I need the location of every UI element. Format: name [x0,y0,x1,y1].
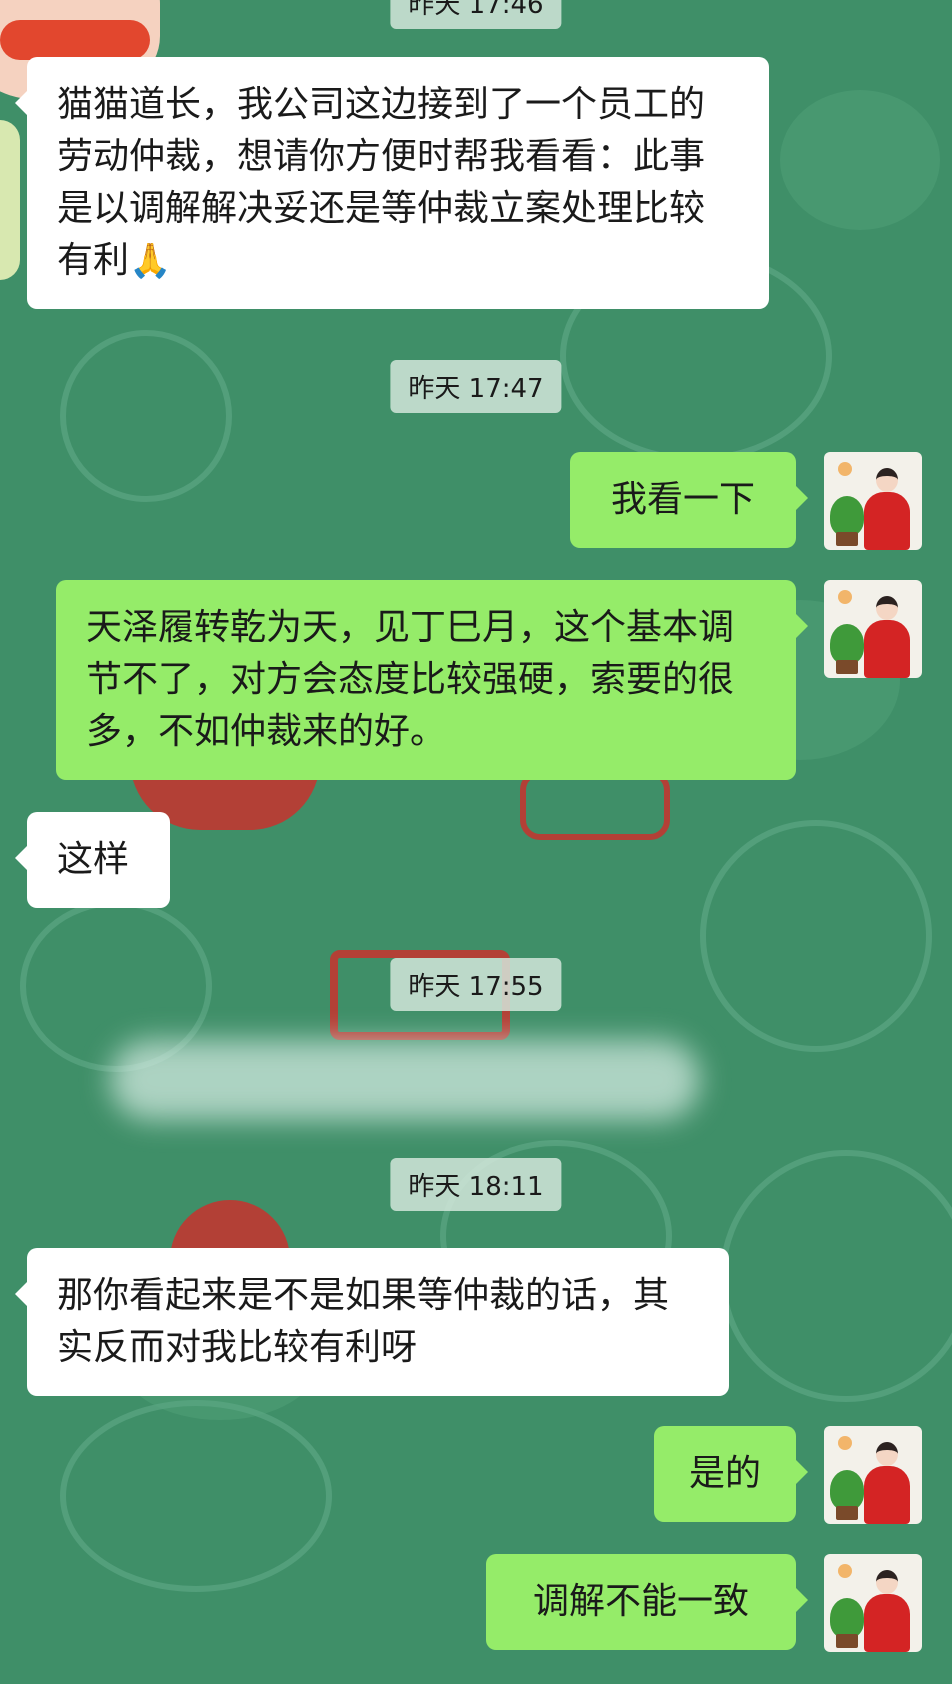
background-swirl [60,1400,332,1592]
message-text: 那你看起来是不是如果等仲裁的话，其实反而对我比较有利呀 [57,1275,670,1368]
avatar-plant [830,1598,864,1638]
timestamp: 昨天 17:47 [390,360,562,413]
message-bubble-incoming[interactable]: 这样 [15,812,170,908]
avatar-plant [830,496,864,536]
avatar-pot [836,1506,858,1520]
message-text: 天泽履转乾为天，见丁巳月，这个基本调节不了，对方会态度比较强硬，索要的很多，不如… [86,607,735,752]
background-swirl [720,1150,952,1402]
message-text: 调解不能一致 [532,1581,749,1622]
message-bubble-outgoing[interactable]: 天泽履转乾为天，见丁巳月，这个基本调节不了，对方会态度比较强硬，索要的很多，不如… [56,580,808,780]
avatar-dress [864,1466,910,1524]
avatar-dress [864,620,910,678]
sticker-collar-decoration [0,20,150,60]
avatar-plant [830,1470,864,1510]
background-swirl [60,330,232,502]
avatar-sun [838,462,852,476]
redacted-message [110,1040,700,1120]
avatar-head [876,1442,898,1466]
timestamp: 昨天 18:11 [390,1158,562,1211]
timestamp: 昨天 17:55 [390,958,562,1011]
avatar-icon[interactable] [824,452,922,550]
message-bubble-incoming[interactable]: 那你看起来是不是如果等仲裁的话，其实反而对我比较有利呀 [15,1248,729,1396]
background-swirl [700,820,932,1052]
avatar-head [876,596,898,620]
avatar-pot [836,660,858,674]
message-text: 我看一下 [610,479,755,520]
avatar-pot [836,532,858,546]
timestamp-top: 昨天 17:46 [390,0,562,29]
pray-hands-icon: 🙏 [129,241,172,281]
avatar-pot [836,1634,858,1648]
avatar-icon[interactable] [824,1426,922,1524]
avatar-icon[interactable] [824,1554,922,1652]
message-bubble-outgoing[interactable]: 是的 [654,1426,808,1522]
avatar-sun [838,1564,852,1578]
sticker-leaf-decoration [0,120,20,280]
message-bubble-incoming[interactable]: 猫猫道长，我公司这边接到了一个员工的劳动仲裁，想请你方便时帮我看看：此事是以调解… [15,57,769,309]
message-bubble-outgoing[interactable]: 我看一下 [570,452,808,548]
avatar-sun [838,1436,852,1450]
avatar-head [876,468,898,492]
background-flower [780,90,940,230]
avatar-plant [830,624,864,664]
avatar-head [876,1570,898,1594]
message-text: 这样 [57,839,130,880]
message-bubble-outgoing[interactable]: 调解不能一致 [486,1554,808,1650]
avatar-icon[interactable] [824,580,922,678]
message-text: 是的 [688,1453,761,1494]
avatar-dress [864,1594,910,1652]
background-red-ornament [520,770,670,840]
avatar-sun [838,590,852,604]
avatar-dress [864,492,910,550]
